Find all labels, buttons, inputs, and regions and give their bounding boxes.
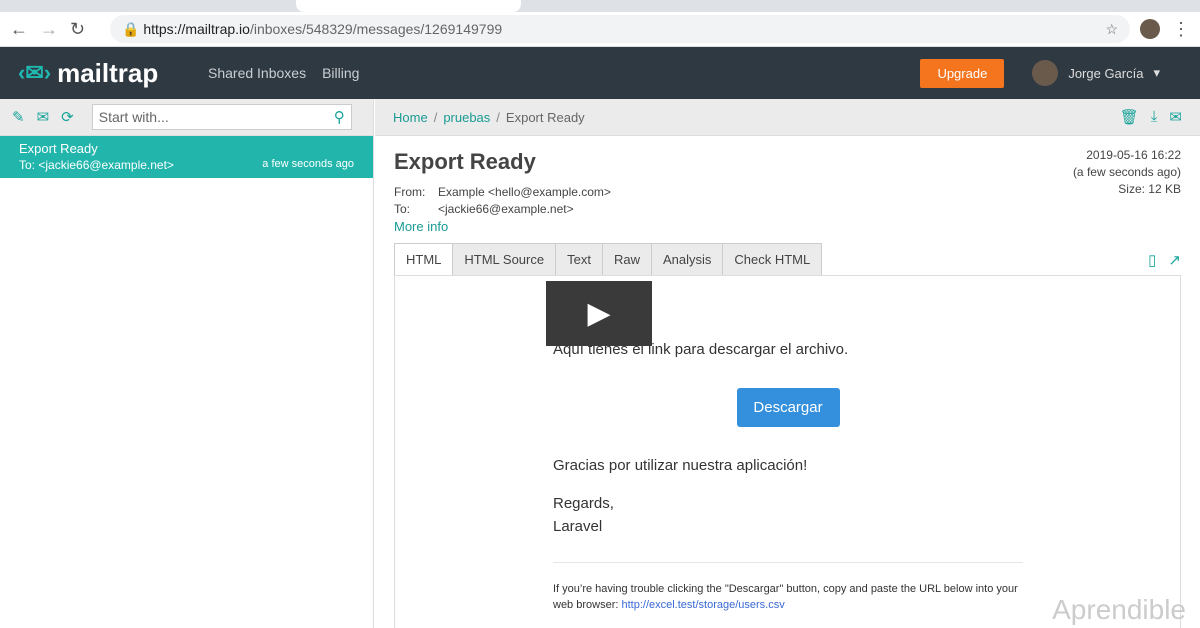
forward-icon[interactable]: →	[40, 19, 70, 40]
tab-html-source[interactable]: HTML Source	[452, 243, 557, 275]
to-label: To:	[394, 202, 411, 216]
nav-shared-inboxes[interactable]: Shared Inboxes	[208, 65, 306, 81]
profile-avatar[interactable]	[1140, 19, 1160, 39]
search-input[interactable]: Start with... ⚲	[91, 104, 352, 130]
tab-raw[interactable]: Raw	[601, 243, 652, 275]
url-host: https://mailtrap.io	[143, 21, 250, 37]
url-path: /inboxes/548329/messages/1269149799	[249, 21, 503, 37]
back-icon[interactable]: ←	[10, 19, 40, 40]
message-subject: Export Ready	[19, 141, 98, 156]
download-icon[interactable]: ⤓	[1151, 108, 1158, 126]
more-info-link[interactable]: More info	[394, 218, 1200, 235]
message-meta: 2019-05-16 16:22 (a few seconds ago) Siz…	[1073, 147, 1181, 198]
sidebar-toolbar: ✎ ✉ ⟳ Start with... ⚲	[0, 99, 373, 136]
from-label: From:	[394, 185, 426, 199]
address-bar: ← → ↻ 🔒 https://mailtrap.io/inboxes/5483…	[0, 12, 1200, 47]
tab-html[interactable]: HTML	[394, 243, 454, 275]
trash-icon[interactable]: 🗑	[1120, 108, 1139, 126]
message-time: a few seconds ago	[262, 158, 354, 170]
browser-tabs	[0, 0, 1200, 12]
view-tabs: HTML HTML Source Text Raw Analysis Check…	[394, 243, 1181, 276]
download-url-link[interactable]: http://excel.test/storage/users.csv	[621, 599, 784, 611]
search-icon[interactable]: ⚲	[334, 108, 345, 126]
email-regards: Regards,	[553, 495, 614, 512]
mail-logo-icon: ‹✉›	[18, 60, 52, 85]
message-size: Size: 12 KB	[1118, 182, 1181, 196]
message-ago: (a few seconds ago)	[1072, 165, 1181, 179]
mark-read-icon[interactable]: ✎	[12, 108, 25, 126]
caret-down-icon: ▾	[1153, 65, 1160, 80]
search-placeholder: Start with...	[98, 109, 169, 125]
from-value: Example <hello@example.com>	[438, 185, 611, 199]
tab-analysis[interactable]: Analysis	[650, 243, 724, 275]
email-thanks: Gracias por utilizar nuestra aplicación!	[553, 457, 808, 474]
tab-check-html[interactable]: Check HTML	[722, 243, 823, 275]
app-header: ‹✉› mailtrap Shared Inboxes Billing Upgra…	[0, 47, 1200, 99]
tab-text[interactable]: Text	[555, 243, 603, 275]
breadcrumb: Home / pruebas / Export Ready 🗑 ⤓ ✉	[375, 99, 1200, 136]
clear-inbox-icon[interactable]: ✉	[37, 108, 50, 126]
upgrade-button[interactable]: Upgrade	[920, 58, 1005, 88]
nav-billing[interactable]: Billing	[322, 65, 359, 81]
divider	[553, 562, 1023, 563]
watermark: Aprendible	[1052, 594, 1186, 625]
lock-icon: 🔒	[122, 20, 144, 37]
message-date: 2019-05-16 16:22	[1086, 148, 1181, 162]
active-tab[interactable]	[296, 0, 521, 12]
breadcrumb-current: Export Ready	[505, 109, 585, 125]
reload-icon[interactable]: ↻	[70, 19, 100, 40]
open-external-icon[interactable]: ↗	[1168, 251, 1181, 269]
email-preview: Hello! Aquí tienes el link para descarga…	[394, 276, 1181, 628]
play-video-icon[interactable]: ▶	[546, 281, 652, 346]
star-icon[interactable]: ☆	[1105, 21, 1118, 38]
mobile-view-icon[interactable]: ▯	[1148, 251, 1156, 269]
logo[interactable]: ‹✉› mailtrap	[18, 58, 208, 89]
download-button[interactable]: Descargar	[736, 388, 840, 427]
breadcrumb-home[interactable]: Home	[393, 110, 428, 125]
user-name: Jorge García	[1068, 65, 1144, 81]
forward-mail-icon[interactable]: ✉	[1169, 108, 1182, 126]
avatar	[1032, 60, 1059, 86]
message-pane: Home / pruebas / Export Ready 🗑 ⤓ ✉ Export R…	[375, 99, 1200, 628]
inbox-sidebar: ✎ ✉ ⟳ Start with... ⚲ Export Ready To: <j…	[0, 99, 374, 628]
breadcrumb-inbox[interactable]: pruebas	[443, 110, 490, 125]
menu-icon[interactable]: ⋮	[1160, 19, 1190, 40]
logo-text: mailtrap	[57, 57, 159, 88]
user-menu[interactable]: Jorge García ▾	[1032, 60, 1160, 86]
refresh-icon[interactable]: ⟳	[61, 108, 74, 126]
to-value: <jackie66@example.net>	[438, 202, 574, 216]
email-signature: Laravel	[553, 518, 603, 535]
url-input[interactable]: 🔒 https://mailtrap.io/inboxes/548329/mes…	[110, 15, 1130, 43]
message-to: To: <jackie66@example.net>	[19, 158, 174, 172]
message-list-item[interactable]: Export Ready To: <jackie66@example.net> a…	[0, 136, 373, 178]
